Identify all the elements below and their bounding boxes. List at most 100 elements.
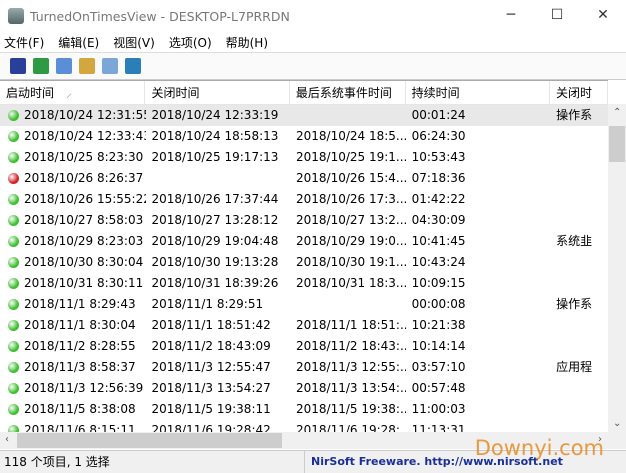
cell: 07:18:36 bbox=[411, 171, 466, 185]
vertical-scroll-thumb[interactable] bbox=[609, 126, 625, 162]
maximize-button[interactable]: ☐ bbox=[534, 0, 580, 30]
cell: 2018/10/26 17:37:44 bbox=[151, 192, 279, 206]
cell-text: 2018/10/30 8:30:04 bbox=[24, 255, 144, 269]
cell-text: 2018/10/26 8:26:37 bbox=[24, 171, 144, 185]
status-green-icon bbox=[8, 257, 19, 268]
toolbar bbox=[0, 52, 626, 80]
vertical-scrollbar[interactable]: ⌃ ⌄ bbox=[608, 104, 626, 432]
table-row[interactable]: 2018/10/27 8:58:03 2018/10/27 13:28:12 201… bbox=[0, 210, 608, 231]
status-green-icon bbox=[8, 194, 19, 205]
column-header-duration[interactable]: 持续时间 bbox=[406, 81, 551, 104]
status-green-icon bbox=[8, 299, 19, 310]
cell: 00:01:24 bbox=[411, 108, 466, 122]
cell-text: 2018/11/1 8:29:43 bbox=[24, 297, 136, 311]
cell: 10:21:38 bbox=[411, 318, 466, 332]
cell-start-time: 2018/10/31 8:30:11 bbox=[0, 273, 146, 294]
column-header-shutdown-reason[interactable]: 关闭时 bbox=[550, 81, 608, 104]
cell: 2018/11/5 19:38:11 bbox=[151, 402, 271, 416]
table-row[interactable]: 2018/10/24 12:33:43 2018/10/24 18:58:13 20… bbox=[0, 126, 608, 147]
cell-start-time: 2018/10/25 8:23:30 bbox=[0, 147, 146, 168]
cell: 2018/11/2 18:43:09 bbox=[151, 339, 271, 353]
cell-start-time: 2018/11/3 8:58:37 bbox=[0, 357, 146, 378]
cell bbox=[550, 399, 608, 420]
table-row[interactable]: 2018/11/2 8:28:55 2018/11/2 18:43:09 2018/… bbox=[0, 336, 608, 357]
exit-icon[interactable] bbox=[125, 58, 141, 74]
cell: 2018/11/1 18:51:... bbox=[295, 318, 406, 332]
watermark: Downyi.com bbox=[474, 436, 604, 460]
cell-start-time: 2018/10/30 8:30:04 bbox=[0, 252, 146, 273]
close-button[interactable]: ✕ bbox=[580, 0, 626, 30]
status-green-icon bbox=[8, 362, 19, 373]
cell: 00:57:48 bbox=[411, 381, 466, 395]
status-green-icon bbox=[8, 341, 19, 352]
cell: 10:09:15 bbox=[411, 276, 466, 290]
copy-icon[interactable] bbox=[56, 58, 72, 74]
status-green-icon bbox=[8, 152, 19, 163]
column-label: 启动时间 bbox=[6, 86, 55, 100]
status-green-icon bbox=[8, 383, 19, 394]
cell bbox=[146, 168, 290, 189]
table-row[interactable]: 2018/10/30 8:30:04 2018/10/30 19:13:28 201… bbox=[0, 252, 608, 273]
minimize-button[interactable]: ─ bbox=[488, 0, 534, 30]
cell: 01:42:22 bbox=[411, 192, 466, 206]
column-header-start-time[interactable]: 启动时间 ⸝ bbox=[0, 81, 146, 104]
scroll-down-icon[interactable]: ⌄ bbox=[613, 418, 621, 429]
cell-start-time: 2018/11/6 8:15:11 bbox=[0, 420, 146, 432]
cell: 操作系 bbox=[556, 297, 593, 311]
cell: 10:14:14 bbox=[411, 339, 466, 353]
save-icon[interactable] bbox=[10, 58, 26, 74]
table-row[interactable]: 2018/11/5 8:38:08 2018/11/5 19:38:11 2018/… bbox=[0, 399, 608, 420]
cell: 2018/10/27 13:28:12 bbox=[151, 213, 279, 227]
table-row[interactable]: 2018/10/29 8:23:03 2018/10/29 19:04:48 201… bbox=[0, 231, 608, 252]
cell: 2018/10/25 19:17:13 bbox=[151, 150, 279, 164]
find-icon[interactable] bbox=[102, 58, 118, 74]
cell: 11:00:03 bbox=[411, 402, 466, 416]
cell-text: 2018/11/1 8:30:04 bbox=[24, 318, 136, 332]
status-green-icon bbox=[8, 404, 19, 415]
cell: 10:43:24 bbox=[411, 255, 466, 269]
cell: 2018/10/30 19:13:28 bbox=[151, 255, 279, 269]
table-row[interactable]: 2018/10/24 12:31:55 2018/10/24 12:33:19 00… bbox=[0, 105, 608, 126]
cell-text: 2018/11/2 8:28:55 bbox=[24, 339, 136, 353]
refresh-icon[interactable] bbox=[33, 58, 49, 74]
item-count: 118 个项目, 1 选择 bbox=[0, 451, 305, 473]
table-row[interactable]: 2018/11/6 8:15:11 2018/11/6 19:28:42 2018/… bbox=[0, 420, 608, 432]
status-green-icon bbox=[8, 215, 19, 226]
cell: 2018/10/31 18:3... bbox=[295, 276, 406, 290]
cell-text: 2018/10/25 8:23:30 bbox=[24, 150, 144, 164]
cell-start-time: 2018/10/24 12:31:55 bbox=[0, 105, 146, 126]
cell: 2018/11/1 8:29:51 bbox=[151, 297, 264, 311]
cell: 2018/10/26 17:3... bbox=[295, 192, 406, 206]
table-row[interactable]: 2018/11/1 8:30:04 2018/11/1 18:51:42 2018/… bbox=[0, 315, 608, 336]
menu-view[interactable]: 视图(V) bbox=[113, 34, 155, 51]
cell: 2018/11/1 18:51:42 bbox=[151, 318, 271, 332]
cell-text: 2018/11/3 8:58:37 bbox=[24, 360, 136, 374]
table-row[interactable]: 2018/11/1 8:29:43 2018/11/1 8:29:51 00:00:… bbox=[0, 294, 608, 315]
cell-start-time: 2018/11/1 8:29:43 bbox=[0, 294, 146, 315]
cell bbox=[550, 378, 608, 399]
table-row[interactable]: 2018/10/25 8:23:30 2018/10/25 19:17:13 201… bbox=[0, 147, 608, 168]
table-row[interactable]: 2018/10/31 8:30:11 2018/10/31 18:39:26 201… bbox=[0, 273, 608, 294]
table-row[interactable]: 2018/10/26 8:26:37 2018/10/26 15:4... 07:1… bbox=[0, 168, 608, 189]
column-header-shutdown-time[interactable]: 关闭时间 bbox=[145, 81, 290, 104]
cell: 2018/10/25 19:1... bbox=[295, 150, 406, 164]
table-row[interactable]: 2018/11/3 12:56:39 2018/11/3 13:54:27 2018… bbox=[0, 378, 608, 399]
scroll-left-icon[interactable]: ‹ bbox=[5, 434, 9, 445]
properties-icon[interactable] bbox=[79, 58, 95, 74]
cell-text: 2018/10/24 12:33:43 bbox=[24, 129, 146, 143]
list-header: 启动时间 ⸝ 关闭时间 最后系统事件时间 持续时间 关闭时 bbox=[0, 81, 608, 105]
horizontal-scroll-thumb[interactable] bbox=[17, 433, 282, 448]
cell: 03:57:10 bbox=[411, 360, 466, 374]
menu-help[interactable]: 帮助(H) bbox=[226, 34, 268, 51]
table-row[interactable]: 2018/11/3 8:58:37 2018/11/3 12:55:47 2018/… bbox=[0, 357, 608, 378]
scroll-corner bbox=[608, 432, 626, 449]
menu-edit[interactable]: 编辑(E) bbox=[58, 34, 99, 51]
table-row[interactable]: 2018/10/26 15:55:22 2018/10/26 17:37:44 20… bbox=[0, 189, 608, 210]
cell: 2018/10/24 18:58:13 bbox=[151, 129, 279, 143]
menu-options[interactable]: 选项(O) bbox=[169, 34, 212, 51]
menu-file[interactable]: 文件(F) bbox=[4, 34, 44, 51]
cell-start-time: 2018/10/24 12:33:43 bbox=[0, 126, 146, 147]
cell: 2018/11/3 13:54:... bbox=[295, 381, 406, 395]
column-header-last-event[interactable]: 最后系统事件时间 bbox=[290, 81, 406, 104]
scroll-up-icon[interactable]: ⌃ bbox=[613, 107, 621, 118]
